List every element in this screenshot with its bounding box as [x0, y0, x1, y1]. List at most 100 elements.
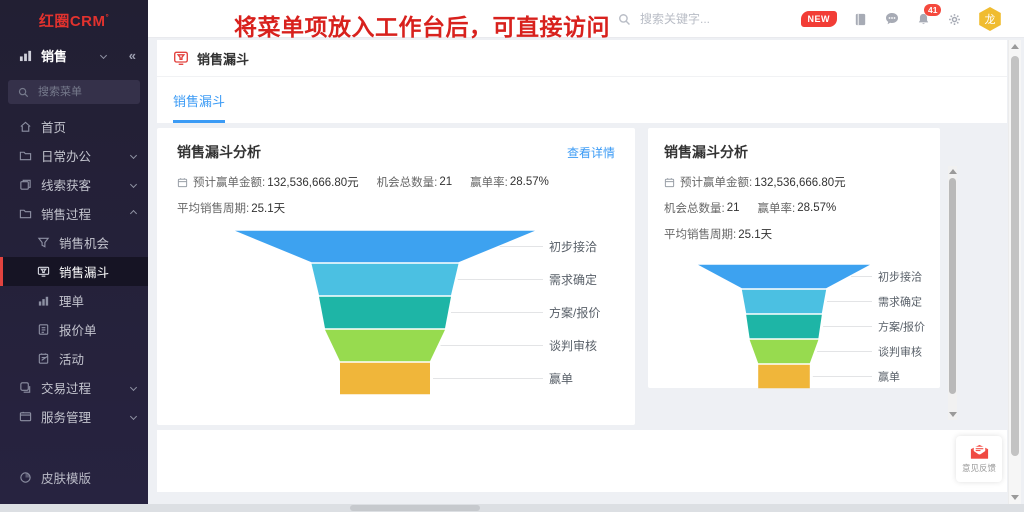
- search-icon: [16, 87, 30, 98]
- sidebar-item-label: 服务管理: [41, 407, 91, 426]
- funnel-stage: [340, 363, 430, 394]
- notebook-icon[interactable]: [853, 12, 868, 27]
- funnel-stage-label: 谈判审核: [878, 344, 922, 358]
- monitor-funnel-icon: [36, 265, 50, 278]
- stat-win-rate: 赢单率28.57%: [758, 200, 837, 216]
- funnel-stage: [235, 231, 535, 262]
- funnel-stage-label: 初步接洽: [549, 239, 597, 254]
- home-icon: [18, 120, 32, 133]
- tab-sales-funnel[interactable]: 销售漏斗: [173, 91, 225, 123]
- module-switcher[interactable]: 销售 «: [0, 40, 148, 70]
- sidebar-item-skin-template[interactable]: 皮肤模版: [0, 463, 148, 491]
- sidebar-item-service-management[interactable]: 服务管理: [0, 402, 148, 431]
- card-header: 销售漏斗分析: [664, 142, 924, 162]
- sidebar-item-quotation[interactable]: 报价单: [0, 315, 148, 344]
- global-search[interactable]: [618, 0, 788, 38]
- scroll-up-arrow-icon[interactable]: [1011, 44, 1019, 49]
- sidebar-item-label: 日常办公: [41, 146, 91, 165]
- stat-avg-cycle: 平均销售周期25.1天: [664, 226, 772, 242]
- calendar-icon: [177, 177, 188, 188]
- header-icons: NEW 41 龙: [801, 0, 1003, 38]
- view-details-link[interactable]: 查看详情: [567, 144, 615, 161]
- stat-opportunity-count: 机会总数量21: [664, 200, 740, 216]
- sidebar-item-label: 销售机会: [59, 233, 109, 252]
- sidebar-item-sales-funnel[interactable]: 销售漏斗: [0, 257, 148, 286]
- sidebar-item-activity[interactable]: 活动: [0, 344, 148, 373]
- notification-count-badge: 41: [924, 4, 941, 16]
- sidebar-item-sales-process[interactable]: 销售过程: [0, 199, 148, 228]
- funnel-chart: 初步接洽需求确定方案/报价谈判审核赢单: [235, 230, 635, 398]
- sidebar-item-label: 销售漏斗: [59, 262, 109, 281]
- sidebar-item-sales-opportunity[interactable]: 销售机会: [0, 228, 148, 257]
- message-icon[interactable]: [884, 11, 900, 27]
- app-window: 红圈CRM° 销售 « 首页 日常办公: [0, 0, 1024, 512]
- global-search-input[interactable]: [638, 11, 788, 27]
- funnel-analysis-card-1: 销售漏斗分析 查看详情 预计赢单金额132,536,666.80元 机会总数量2…: [157, 128, 635, 425]
- stats-row: 预计赢单金额132,536,666.80元 机会总数量21 赢单率28.57% …: [177, 174, 615, 216]
- bar-chart-icon: [18, 49, 32, 62]
- document-icon: [36, 323, 50, 336]
- funnel-stage: [319, 297, 451, 328]
- chevron-down-icon: [130, 384, 137, 391]
- stat-expected-amount: 预计赢单金额132,536,666.80元: [177, 174, 359, 190]
- scroll-up-arrow-icon[interactable]: [949, 169, 957, 174]
- funnel-stage: [698, 265, 870, 288]
- scrollbar-thumb[interactable]: [1011, 56, 1019, 456]
- funnel-stage: [742, 290, 826, 313]
- user-avatar[interactable]: 龙: [978, 7, 1002, 31]
- funnel-stage-label: 初步接洽: [878, 269, 922, 283]
- funnel-stage-label: 方案/报价: [549, 305, 600, 320]
- funnel-analysis-card-2: 销售漏斗分析 预计赢单金额132,536,666.80元 机会总数量21 赢单率…: [648, 128, 940, 388]
- window-scrollbar[interactable]: [1008, 40, 1021, 504]
- stat-expected-amount: 预计赢单金额132,536,666.80元: [664, 174, 846, 190]
- folder-icon: [18, 149, 32, 162]
- funnel-stage-label: 赢单: [878, 369, 900, 383]
- card-scrollbar[interactable]: [948, 166, 957, 420]
- gear-icon[interactable]: [947, 12, 962, 27]
- funnel-stage: [750, 340, 819, 363]
- bell-icon[interactable]: 41: [916, 12, 931, 27]
- card-title: 销售漏斗分析: [177, 142, 261, 162]
- sidebar-nav: 首页 日常办公 线索获客 销售过程 销售机会: [0, 112, 148, 431]
- sidebar-item-transaction-process[interactable]: 交易过程: [0, 373, 148, 402]
- sidebar-item-liadan[interactable]: 理单: [0, 286, 148, 315]
- horizontal-scrollbar[interactable]: [0, 504, 1024, 512]
- funnel-stage: [758, 365, 810, 388]
- envelope-icon: [970, 444, 989, 460]
- feedback-button[interactable]: 意见反馈: [956, 436, 1002, 482]
- scroll-down-arrow-icon[interactable]: [1011, 495, 1019, 500]
- page-header-card: 销售漏斗 销售漏斗: [157, 40, 1007, 123]
- sales-funnel-red-icon: [173, 50, 189, 66]
- chevron-down-icon: [130, 152, 137, 159]
- tab-bar: 销售漏斗: [157, 77, 1007, 123]
- sidebar-item-label: 报价单: [59, 320, 97, 339]
- cards-row: 销售漏斗分析 查看详情 预计赢单金额132,536,666.80元 机会总数量2…: [157, 128, 1007, 425]
- tip-annotation: 将菜单项放入工作台后，可直接访问: [234, 8, 610, 42]
- new-badge[interactable]: NEW: [801, 11, 838, 27]
- scrollbar-thumb[interactable]: [949, 178, 956, 394]
- collapse-sidebar-button[interactable]: «: [129, 48, 136, 63]
- folder-icon: [18, 207, 32, 220]
- content-area: 销售漏斗 销售漏斗 销售漏斗分析 查看详情 预计赢单金额132: [148, 38, 1007, 504]
- funnel-stage-label: 谈判审核: [549, 338, 597, 353]
- sidebar: 红圈CRM° 销售 « 首页 日常办公: [0, 0, 148, 505]
- funnel-stage-label: 需求确定: [549, 272, 597, 287]
- brand-logo: 红圈CRM°: [39, 10, 109, 31]
- sidebar-item-leads[interactable]: 线索获客: [0, 170, 148, 199]
- copy-icon: [18, 178, 32, 191]
- sidebar-search[interactable]: [8, 80, 140, 104]
- stat-win-rate: 赢单率28.57%: [470, 174, 549, 190]
- funnel-icon: [36, 236, 50, 249]
- funnel-chart: 初步接洽需求确定方案/报价谈判审核赢单: [698, 264, 950, 392]
- clipboard-icon: [36, 352, 50, 365]
- scroll-down-arrow-icon[interactable]: [949, 412, 957, 417]
- sidebar-search-input[interactable]: [36, 85, 132, 99]
- sidebar-item-daily-office[interactable]: 日常办公: [0, 141, 148, 170]
- sidebar-item-label: 首页: [41, 117, 66, 136]
- window-icon: [18, 410, 32, 423]
- sidebar-item-home[interactable]: 首页: [0, 112, 148, 141]
- scrollbar-thumb[interactable]: [350, 505, 480, 511]
- chevron-down-icon: [130, 181, 137, 188]
- sidebar-item-label: 活动: [59, 349, 84, 368]
- calendar-icon: [664, 177, 675, 188]
